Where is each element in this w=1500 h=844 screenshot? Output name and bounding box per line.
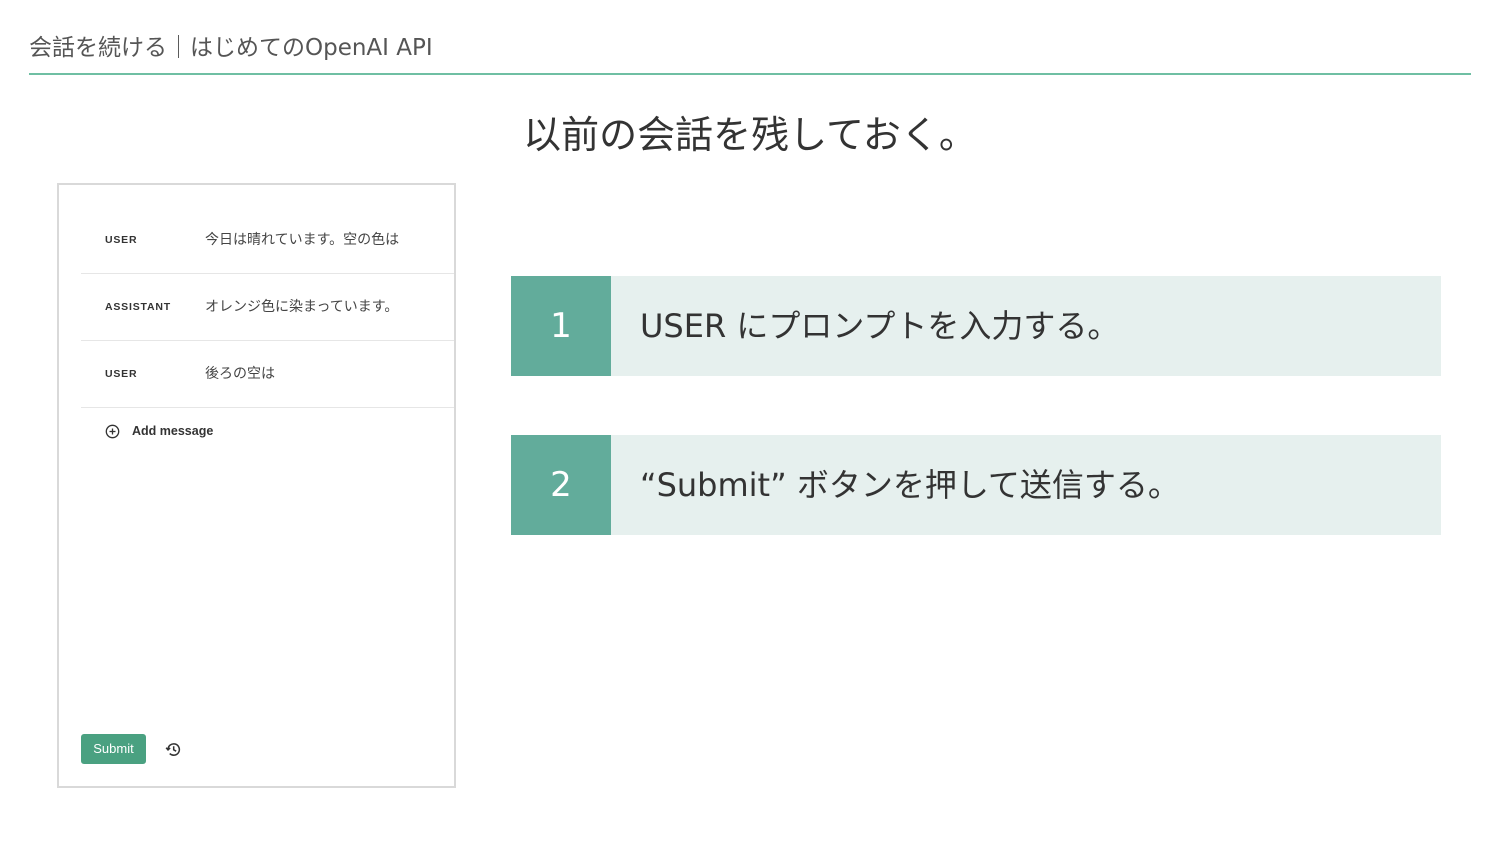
add-message-label: Add message (132, 424, 214, 438)
playground-panel: USER 今日は晴れています。空の色は ASSISTANT オレンジ色に染まって… (57, 183, 456, 788)
step-text: USER にプロンプトを入力する。 (640, 307, 1120, 345)
step-2: 2 “Submit” ボタンを押して送信する。 (511, 435, 1441, 535)
history-icon[interactable] (165, 741, 182, 758)
page-title: 以前の会話を残しておく。 (523, 113, 977, 157)
message-text[interactable]: 後ろの空は (205, 341, 275, 407)
message-text[interactable]: 今日は晴れています。空の色は (205, 207, 399, 273)
step-number: 2 (511, 435, 611, 535)
message-row[interactable]: USER 後ろの空は (81, 341, 454, 408)
submit-button[interactable]: Submit (81, 734, 146, 764)
message-role[interactable]: USER (105, 341, 137, 407)
step-text: “Submit” ボタンを押して送信する。 (640, 466, 1180, 504)
message-text[interactable]: オレンジ色に染まっています。 (205, 274, 398, 340)
slide: 会話を続ける｜はじめてのOpenAI API 以前の会話を残しておく。 USER… (0, 0, 1500, 844)
step-number: 1 (511, 276, 611, 376)
message-role[interactable]: USER (105, 207, 137, 273)
step-1: 1 USER にプロンプトを入力する。 (511, 276, 1441, 376)
plus-circle-icon (105, 424, 120, 438)
header-title: 会話を続ける｜はじめてのOpenAI API (29, 35, 433, 61)
message-row[interactable]: USER 今日は晴れています。空の色は (81, 207, 454, 274)
message-role[interactable]: ASSISTANT (105, 274, 171, 340)
header-divider (29, 73, 1471, 75)
message-row[interactable]: ASSISTANT オレンジ色に染まっています。 (81, 274, 454, 341)
add-message-button[interactable]: Add message (105, 421, 213, 441)
